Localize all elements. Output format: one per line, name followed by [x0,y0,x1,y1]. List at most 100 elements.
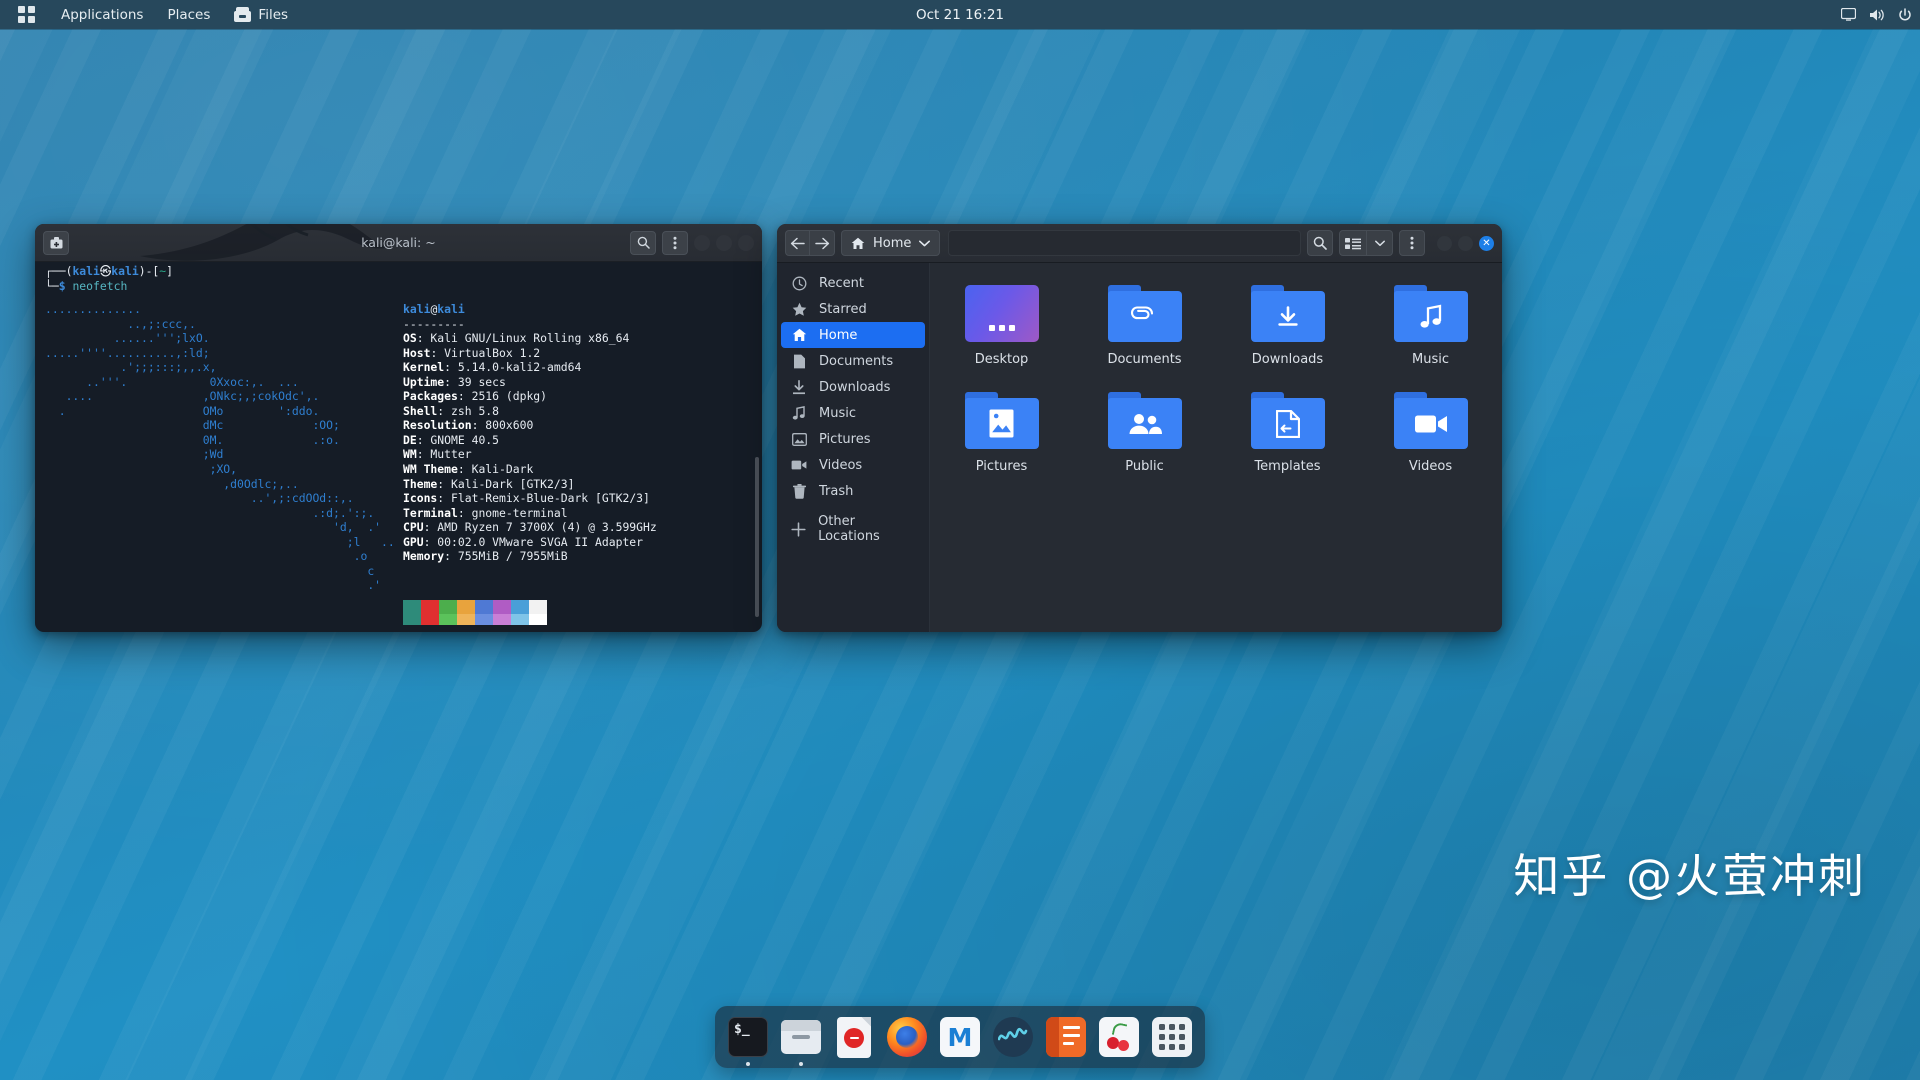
image-icon [964,392,1039,449]
dock-item-cherrytree[interactable] [1097,1015,1141,1059]
view-toggle-button[interactable] [1339,230,1367,256]
palette-swatch [403,600,421,614]
document-icon [791,353,807,369]
clock[interactable]: Oct 21 16:21 [916,7,1004,23]
terminal-tab-button[interactable] [43,230,69,255]
terminal-content[interactable]: ┌──(kali㉿kali)-[~] └─$ neofetch ........… [35,262,762,632]
chevron-down-icon [1374,240,1385,246]
terminal-close-button[interactable] [738,234,754,251]
dock-item-show-apps[interactable] [1150,1015,1194,1059]
star-icon [791,301,807,317]
fm-close-button[interactable]: ✕ [1479,235,1494,251]
dock-item-text-editor[interactable] [1044,1015,1088,1059]
music-icon [791,405,807,421]
file-manager-titlebar[interactable]: Home ✕ [777,224,1502,263]
files-window-menu[interactable]: Files [222,0,300,29]
forward-button[interactable] [810,230,835,256]
image-icon [791,431,807,447]
paperclip-icon [1107,285,1182,342]
palette-row-1 [403,600,547,614]
sidebar-item-label: Home [819,327,858,343]
activities-button[interactable] [0,0,49,29]
folder-item-downloads[interactable]: Downloads [1216,285,1359,392]
trash-icon [791,483,807,499]
dock-item-files[interactable] [779,1015,823,1059]
search-button[interactable] [1307,230,1333,256]
sidebar-item-documents[interactable]: Documents [781,348,925,374]
sidebar-item-videos[interactable]: Videos [781,452,925,478]
terminal-scrollbar[interactable] [755,457,759,617]
dock-item-metasploit[interactable]: M [938,1015,982,1059]
template-icon [1250,392,1325,449]
terminal-window[interactable]: kali@kali: ~ ┌──(kali㉿kali)-[~] └─$ neof… [35,224,762,632]
sidebar-item-other-locations[interactable]: Other Locations [781,514,925,544]
dock-item-firefox[interactable] [885,1015,929,1059]
folder-label: Templates [1254,459,1321,474]
search-input[interactable] [948,230,1301,256]
terminal-ascii-art: .............. ..,;:ccc,. ......''';lxO.… [45,302,395,593]
arrow-left-icon [790,237,805,249]
sidebar-item-label: Trash [819,483,854,499]
video-icon [1393,392,1468,449]
sidebar-item-label: Videos [819,457,863,473]
plus-icon [791,521,806,537]
view-options-button[interactable] [1367,230,1393,256]
palette-swatch [475,614,493,625]
sidebar-item-pictures[interactable]: Pictures [781,426,925,452]
places-label: Places [167,6,211,23]
path-bar-home[interactable]: Home [841,230,941,256]
people-icon [1107,392,1182,449]
folder-item-documents[interactable]: Documents [1073,285,1216,392]
sidebar-item-label: Pictures [819,431,871,447]
folder-label: Pictures [975,459,1028,474]
dock[interactable]: $_ M [715,1006,1205,1068]
palette-swatch [511,600,529,614]
home-icon [851,237,865,249]
palette-swatch [493,614,511,625]
file-manager-grid[interactable]: Desktop Documents Downloads Music Pictures Pu… [930,263,1502,632]
fm-maximize-button[interactable] [1458,235,1473,251]
palette-swatch [457,600,475,614]
sidebar-item-home[interactable]: Home [781,322,925,348]
watermark: 知乎 @火萤冲刺 [1513,849,1866,903]
main-menu-button[interactable] [1399,230,1425,256]
system-status-area[interactable] [1841,7,1912,22]
dock-item-burpsuite[interactable] [991,1015,1035,1059]
terminal-maximize-button[interactable] [716,234,732,251]
dock-item-pdf-viewer[interactable] [832,1015,876,1059]
dock-item-terminal[interactable]: $_ [726,1015,770,1059]
path-label: Home [873,235,912,251]
sidebar-item-trash[interactable]: Trash [781,478,925,504]
places-menu[interactable]: Places [155,0,222,29]
file-manager-sidebar: Recent Starred Home Documents Downloads Music… [777,263,930,632]
folder-item-templates[interactable]: Templates [1216,392,1359,499]
file-manager-window[interactable]: Home ✕ Recent Starred Home Documents Dow… [777,224,1502,632]
applications-menu[interactable]: Applications [49,0,155,29]
folder-item-music[interactable]: Music [1359,285,1502,392]
folder-item-pictures[interactable]: Pictures [930,392,1073,499]
back-button[interactable] [785,230,810,256]
folder-item-videos[interactable]: Videos [1359,392,1502,499]
terminal-titlebar[interactable]: kali@kali: ~ [35,224,762,262]
folder-label: Documents [1107,352,1182,367]
folder-item-public[interactable]: Public [1073,392,1216,499]
folder-label: Desktop [974,352,1029,367]
terminal-search-button[interactable] [630,230,656,255]
fm-minimize-button[interactable] [1437,235,1452,251]
sidebar-item-label: Downloads [819,379,891,395]
folder-label: Downloads [1251,352,1324,367]
terminal-menu-button[interactable] [662,230,688,255]
palette-swatch [439,600,457,614]
top-bar: Applications Places Files Oct 21 16:21 [0,0,1920,29]
sidebar-item-downloads[interactable]: Downloads [781,374,925,400]
sidebar-item-recent[interactable]: Recent [781,270,925,296]
sidebar-item-label: Recent [819,275,864,291]
sidebar-item-music[interactable]: Music [781,400,925,426]
sidebar-item-starred[interactable]: Starred [781,296,925,322]
sidebar-item-label: Documents [819,353,894,369]
folder-item-desktop[interactable]: Desktop [930,285,1073,392]
terminal-minimize-button[interactable] [694,234,710,251]
palette-swatch [421,600,439,614]
folder-label: Music [1412,352,1449,367]
search-icon [637,236,650,249]
